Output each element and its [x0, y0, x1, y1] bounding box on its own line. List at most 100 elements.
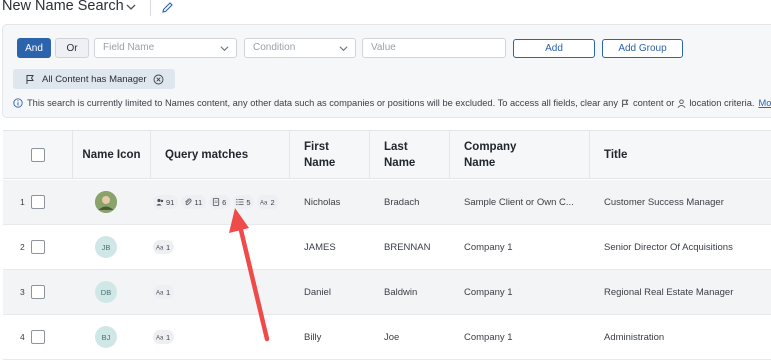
more-link[interactable]: Mo: [758, 98, 771, 108]
chevron-down-icon: [220, 46, 229, 52]
match-pill-text[interactable]: Aa 2: [257, 195, 279, 209]
title-cell: Regional Real Estate Manager: [604, 286, 734, 298]
first-name-cell: Nicholas: [304, 196, 341, 208]
filter-chip[interactable]: All Content has Manager: [13, 69, 175, 89]
company-name-cell[interactable]: Company 1: [464, 225, 590, 269]
results-table: Name Icon Query matches First Name Last …: [3, 130, 771, 362]
column-label: Query matches: [165, 149, 249, 161]
table-row[interactable]: 2 JB Aa 1 JAMES BRENNAN Company 1 Senior…: [3, 225, 771, 270]
column-header-first-name[interactable]: First Name: [290, 131, 370, 179]
or-toggle-button[interactable]: Or: [55, 38, 89, 58]
info-text: This search is currently limited to Name…: [27, 98, 618, 108]
add-group-button[interactable]: Add Group: [602, 39, 683, 58]
people-icon: [156, 198, 164, 206]
column-header-query-matches[interactable]: Query matches: [151, 131, 290, 179]
match-count: 5: [246, 197, 251, 207]
title-cell: Senior Director Of Acquisitions: [604, 241, 733, 253]
column-label: Name Icon: [82, 149, 141, 161]
column-label: Company Name: [464, 141, 517, 169]
match-count: 6: [222, 197, 227, 207]
match-count: 2: [270, 197, 275, 207]
column-header-company-name[interactable]: Company Name: [450, 131, 590, 179]
text-icon: Aa: [156, 291, 164, 296]
column-header-last-name[interactable]: Last Name: [370, 131, 450, 179]
match-count: 11: [194, 197, 203, 207]
query-matches-cell: Aa 1: [3, 315, 290, 359]
query-match-pills: Aa 1: [153, 240, 175, 254]
svg-text:Aa: Aa: [260, 201, 268, 206]
field-name-select[interactable]: Field Name: [94, 38, 237, 58]
list-icon: [236, 198, 244, 206]
title-cell: Administration: [604, 331, 665, 343]
column-label: Last Name: [384, 141, 416, 169]
title-cell: Customer Success Manager: [604, 196, 724, 208]
match-pill-text[interactable]: Aa 1: [153, 285, 175, 299]
svg-text:Aa: Aa: [156, 291, 164, 296]
chevron-down-icon[interactable]: [126, 2, 136, 12]
company-name-cell[interactable]: Company 1: [464, 270, 590, 314]
match-pill-lists[interactable]: 5: [233, 195, 255, 209]
text-icon: Aa: [156, 336, 164, 341]
match-pill-attachments[interactable]: 11: [181, 195, 207, 209]
flag-icon: [622, 99, 629, 107]
table-row[interactable]: 4 BJ Aa 1 Billy Joe Company 1 Administra…: [3, 315, 771, 360]
match-pill-documents[interactable]: 6: [209, 195, 231, 209]
last-name-cell: Bradach: [384, 196, 420, 208]
info-text: content or: [632, 98, 675, 108]
value-input[interactable]: Value: [362, 38, 506, 58]
select-all-checkbox[interactable]: [30, 148, 45, 162]
divider: [150, 0, 151, 16]
document-icon: [213, 198, 220, 206]
column-header-title[interactable]: Title: [590, 131, 771, 179]
info-icon: [13, 98, 23, 108]
column-label: Title: [604, 149, 628, 161]
svg-text:Aa: Aa: [156, 246, 164, 251]
info-text: location criteria.: [689, 98, 755, 108]
query-match-pills: Aa 1: [153, 330, 175, 344]
value-placeholder: Value: [371, 42, 396, 53]
query-matches-cell: Aa 1: [3, 225, 290, 269]
add-button[interactable]: Add: [513, 39, 595, 58]
table-row[interactable]: 3 DB Aa 1 Daniel Baldwin Company 1 Regio…: [3, 270, 771, 315]
match-count: 1: [166, 332, 171, 342]
company-name-cell[interactable]: Company 1: [464, 315, 590, 359]
flag-icon: [26, 74, 34, 84]
pencil-icon[interactable]: [161, 1, 174, 14]
title-bar: New Name Search: [0, 0, 771, 18]
person-icon: [677, 98, 686, 108]
match-pill-text[interactable]: Aa 1: [153, 240, 175, 254]
match-pill-people[interactable]: 91: [153, 195, 179, 209]
last-name-cell: BRENNAN: [384, 241, 431, 253]
text-icon: Aa: [260, 201, 268, 206]
match-count: 1: [166, 287, 171, 297]
last-name-cell: Joe: [384, 331, 400, 343]
table-header: Name Icon Query matches First Name Last …: [3, 131, 771, 179]
search-info-message: This search is currently limited to Name…: [13, 96, 771, 110]
close-icon[interactable]: [153, 74, 164, 85]
column-label: First Name: [304, 141, 336, 169]
condition-placeholder: Condition: [253, 42, 296, 53]
select-all-header: [3, 131, 73, 179]
and-toggle-button[interactable]: And: [17, 38, 51, 58]
query-matches-cell: Aa 1: [3, 270, 290, 314]
match-pill-text[interactable]: Aa 1: [153, 330, 175, 344]
match-count: 91: [166, 197, 175, 207]
company-name-cell[interactable]: Sample Client or Own C...: [464, 180, 590, 224]
column-header-name-icon[interactable]: Name Icon: [73, 131, 151, 179]
chevron-down-icon: [339, 46, 348, 52]
condition-select[interactable]: Condition: [244, 38, 356, 58]
svg-text:Aa: Aa: [156, 336, 164, 341]
match-count: 1: [166, 242, 171, 252]
query-match-pills: 91 11 6 5 Aa 2: [153, 195, 279, 209]
query-matches-cell: 91 11 6 5 Aa 2: [3, 180, 290, 224]
paperclip-icon: [185, 198, 192, 206]
field-name-placeholder: Field Name: [103, 42, 155, 53]
first-name-cell: Billy: [304, 331, 322, 343]
text-icon: Aa: [156, 246, 164, 251]
table-row[interactable]: 1 91 11 6 5 Aa 2 Nicholas Bradach Sample…: [3, 180, 771, 225]
query-match-pills: Aa 1: [153, 285, 175, 299]
filter-chip-label: All Content has Manager: [42, 73, 147, 85]
search-title[interactable]: New Name Search: [2, 0, 124, 14]
first-name-cell: JAMES: [304, 241, 336, 253]
first-name-cell: Daniel: [304, 286, 331, 298]
